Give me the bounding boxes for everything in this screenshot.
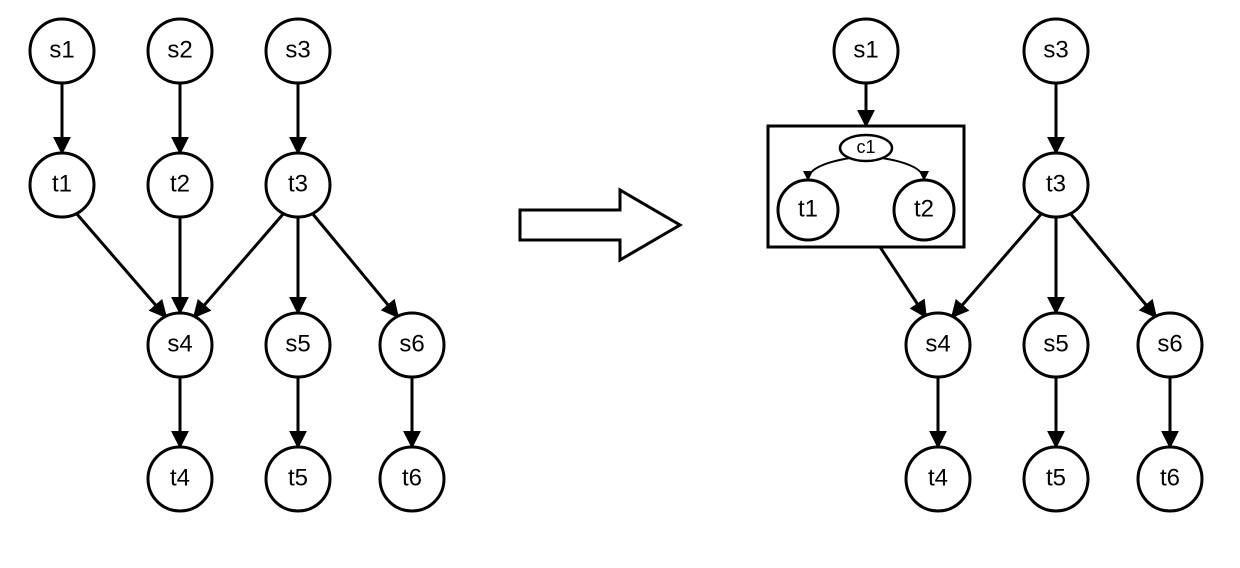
node-s3: s3 bbox=[266, 19, 330, 83]
node-s2: s2 bbox=[148, 19, 212, 83]
left-graph: s1 s2 s3 t1 t2 t3 s4 s5 bbox=[30, 19, 444, 511]
node-t6: t6 bbox=[380, 447, 444, 511]
right-graph: s1 s3 c1 t1 t2 t3 s4 bbox=[768, 19, 1202, 511]
node-t4-r: t4 bbox=[906, 447, 970, 511]
edge-c1-t1 bbox=[808, 158, 850, 180]
node-s5-r: s5 bbox=[1024, 313, 1088, 377]
node-c1: c1 bbox=[840, 135, 892, 161]
node-s5: s5 bbox=[266, 313, 330, 377]
label-t6: t6 bbox=[402, 464, 422, 491]
edge-t1-s4 bbox=[76, 213, 166, 317]
node-s3-r: s3 bbox=[1024, 19, 1088, 83]
label-s1-r: s1 bbox=[853, 36, 878, 63]
node-s6: s6 bbox=[380, 313, 444, 377]
node-t5: t5 bbox=[266, 447, 330, 511]
edge-t3-s6 bbox=[312, 213, 398, 317]
node-t4: t4 bbox=[148, 447, 212, 511]
edge-t3-s6-r bbox=[1070, 213, 1156, 317]
label-s5: s5 bbox=[285, 330, 310, 357]
transform-arrow-icon bbox=[520, 190, 680, 260]
label-s1: s1 bbox=[49, 36, 74, 63]
label-s6: s6 bbox=[399, 330, 424, 357]
label-t1-r: t1 bbox=[798, 195, 818, 222]
node-s4-r: s4 bbox=[906, 313, 970, 377]
label-t4-r: t4 bbox=[928, 464, 948, 491]
node-t1-r: t1 bbox=[778, 180, 838, 240]
node-t6-r: t6 bbox=[1138, 447, 1202, 511]
node-s4: s4 bbox=[148, 313, 212, 377]
node-t1: t1 bbox=[30, 153, 94, 217]
node-t3-r: t3 bbox=[1024, 153, 1088, 217]
label-t6-r: t6 bbox=[1160, 464, 1180, 491]
label-s4: s4 bbox=[167, 330, 192, 357]
label-s3: s3 bbox=[285, 36, 310, 63]
label-t2: t2 bbox=[170, 170, 190, 197]
label-t3: t3 bbox=[288, 170, 308, 197]
diagram-canvas: s1 s2 s3 t1 t2 t3 s4 s5 bbox=[0, 0, 1240, 568]
label-t5: t5 bbox=[288, 464, 308, 491]
label-t5-r: t5 bbox=[1046, 464, 1066, 491]
node-s1-r: s1 bbox=[834, 19, 898, 83]
label-s5-r: s5 bbox=[1043, 330, 1068, 357]
label-s4-r: s4 bbox=[925, 330, 950, 357]
node-s6-r: s6 bbox=[1138, 313, 1202, 377]
label-t1: t1 bbox=[52, 170, 72, 197]
label-t2-r: t2 bbox=[914, 195, 934, 222]
label-s2: s2 bbox=[167, 36, 192, 63]
node-s1: s1 bbox=[30, 19, 94, 83]
label-c1: c1 bbox=[856, 137, 875, 157]
label-s3-r: s3 bbox=[1043, 36, 1068, 63]
node-t3: t3 bbox=[266, 153, 330, 217]
edge-t3-s4 bbox=[194, 213, 284, 317]
edge-box-s4 bbox=[880, 247, 926, 317]
label-t3-r: t3 bbox=[1046, 170, 1066, 197]
node-t5-r: t5 bbox=[1024, 447, 1088, 511]
node-t2-r: t2 bbox=[894, 180, 954, 240]
node-t2: t2 bbox=[148, 153, 212, 217]
label-s6-r: s6 bbox=[1157, 330, 1182, 357]
label-t4: t4 bbox=[170, 464, 190, 491]
edge-c1-t2 bbox=[882, 158, 924, 180]
